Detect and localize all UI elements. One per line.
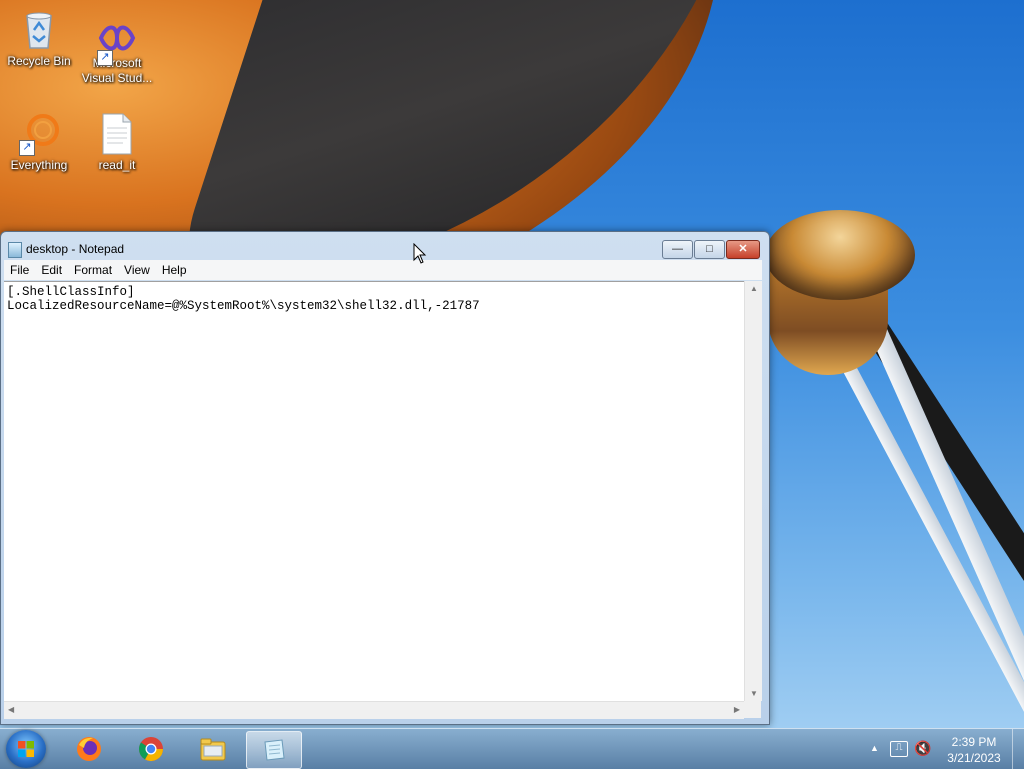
taskbar-chrome[interactable] [124,731,178,767]
shortcut-arrow-icon: ↗ [97,50,113,66]
network-icon[interactable]: ⎍ [890,741,908,757]
close-button[interactable]: ✕ [726,240,760,259]
text-editor-area[interactable]: [.ShellClassInfo] LocalizedResourceName=… [4,281,744,702]
desktop-icon-recycle-bin[interactable]: Recycle Bin [2,8,76,69]
scroll-up-icon[interactable]: ▲ [750,284,758,293]
scroll-right-icon[interactable]: ▶ [734,705,740,714]
clock-date[interactable]: 3/21/2023 [946,751,1002,765]
menu-view[interactable]: View [118,260,156,280]
firefox-icon [77,737,101,761]
taskbar-firefox[interactable] [62,731,116,767]
minimize-button[interactable]: — [662,240,693,259]
mouse-cursor-icon [413,243,427,264]
document-content[interactable]: [.ShellClassInfo] LocalizedResourceName=… [4,282,744,313]
show-hidden-icons-icon[interactable]: ▲ [870,743,879,753]
visual-studio-icon: ↗ [95,22,139,66]
system-tray: ▲ ⎍ 🔇 2:39 PM 3/21/2023 [866,735,1016,765]
text-file-icon [95,112,139,156]
notepad-icon [264,739,285,761]
show-desktop-button[interactable] [1012,729,1024,769]
chrome-icon [139,737,163,762]
file-explorer-icon [200,738,226,761]
menu-help[interactable]: Help [156,260,193,280]
menu-bar: File Edit Format View Help [4,260,762,280]
wallpaper-tower-top [765,210,915,300]
volume-muted-icon[interactable]: 🔇 [914,740,931,757]
menu-file[interactable]: File [4,260,35,280]
taskbar-file-explorer[interactable] [186,731,240,767]
everything-search-icon: ↗ [17,112,61,156]
shortcut-arrow-icon: ↗ [19,140,35,156]
window-title: desktop - Notepad [26,242,125,256]
scroll-left-icon[interactable]: ◀ [8,705,14,714]
desktop-icon-visual-studio[interactable]: ↗ Microsoft Visual Stud... [80,22,154,86]
notepad-window[interactable]: desktop - Notepad — □ ✕ File Edit Format Vi… [0,231,770,725]
recycle-bin-icon [17,8,61,52]
desktop-icon-label: Recycle Bin [7,54,71,68]
desktop-icon-label: Everything [10,158,68,172]
taskbar: ▲ ⎍ 🔇 2:39 PM 3/21/2023 [0,728,1024,769]
scroll-down-icon[interactable]: ▼ [750,689,758,698]
desktop-icon-label: read_it [98,158,136,172]
taskbar-notepad[interactable] [246,731,302,769]
horizontal-scrollbar[interactable]: ◀ ▶ [4,701,744,719]
scrollbar-corner [744,701,761,718]
clock-time[interactable]: 2:39 PM [946,735,1002,749]
vertical-scrollbar[interactable]: ▲ ▼ [744,281,762,701]
notepad-icon [8,242,22,258]
desktop-icon-everything[interactable]: ↗ Everything [2,112,76,173]
maximize-button[interactable]: □ [694,240,725,259]
desktop-icon-read-it[interactable]: read_it [80,112,154,173]
menu-format[interactable]: Format [68,260,118,280]
windows-logo-icon [18,741,34,757]
start-button[interactable] [6,730,46,768]
menu-edit[interactable]: Edit [35,260,68,280]
